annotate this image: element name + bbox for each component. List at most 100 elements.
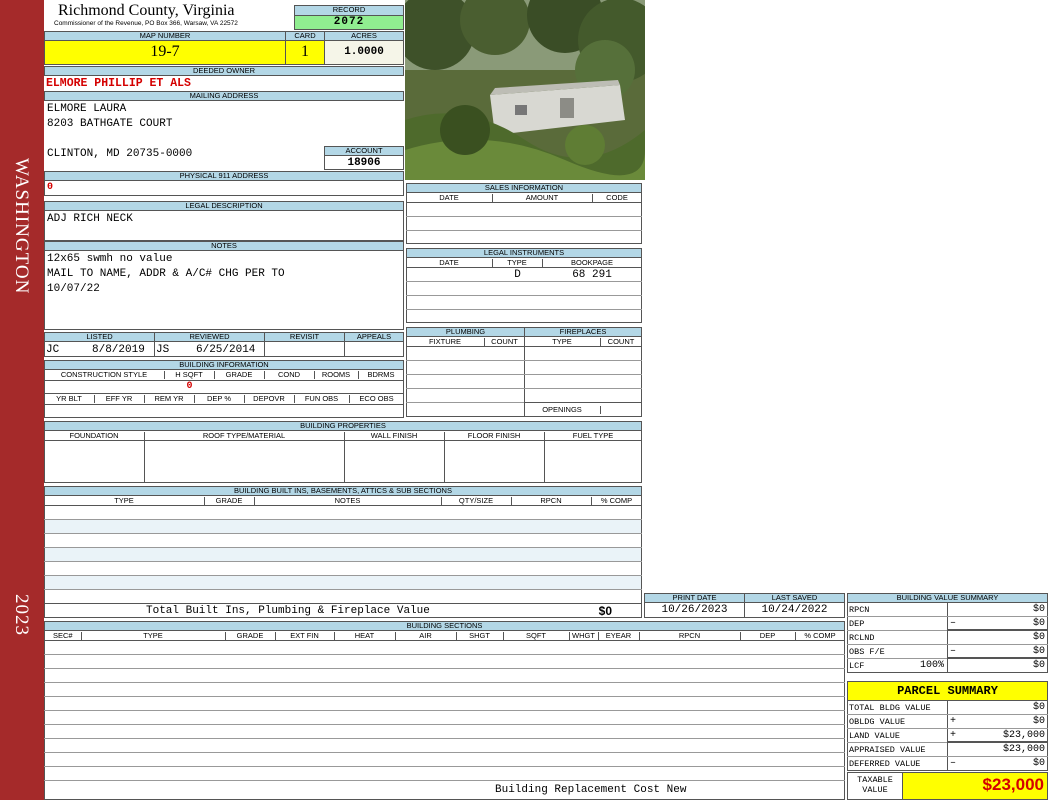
- taxable-label-1: TAXABLE: [857, 775, 893, 785]
- ps-deferred-label: DEFERRED VALUE: [849, 759, 921, 769]
- bs-col-eyear: EYEAR: [598, 632, 640, 640]
- fireplaces-openings: OPENINGS: [524, 406, 601, 414]
- card-number: 1: [301, 43, 309, 60]
- bi-col-qty: QTY/SIZE: [441, 497, 512, 505]
- bi-col-notes: NOTES: [254, 497, 442, 505]
- bp-col-fuel-type: FUEL TYPE: [572, 432, 614, 440]
- li-col-type: TYPE: [492, 259, 543, 267]
- tax-year-label: 2023: [11, 594, 32, 636]
- ps-deferred-value: $0: [1032, 758, 1045, 769]
- li-bookpage: 68 291: [572, 269, 612, 281]
- bp-col-foundation: FOUNDATION: [44, 432, 145, 440]
- parcel-summary-label: PARCEL SUMMARY: [897, 684, 998, 698]
- listed-by: JC: [46, 344, 60, 356]
- fireplaces-col-count: COUNT: [607, 338, 635, 346]
- li-type: D: [514, 269, 521, 281]
- mailing-line-3: CLINTON, MD 20735-0000: [47, 148, 193, 160]
- commissioner-address: Commissioner of the Revenue, PO Box 366,…: [54, 20, 238, 27]
- h-sqft-value: 0: [186, 381, 193, 392]
- last-saved: 10/24/2022: [761, 604, 828, 616]
- bvs-rpcn-value: $0: [1032, 604, 1045, 615]
- fireplaces-table: [524, 336, 642, 417]
- bi-col-rpcn: RPCN: [511, 497, 592, 505]
- notes-line-3: 10/07/22: [47, 283, 100, 295]
- bvs-dep-value: $0: [1032, 618, 1045, 629]
- bvs-lcf-pct: 100%: [919, 660, 944, 671]
- county-title: Richmond County, Virginia: [58, 2, 235, 19]
- total-builtins-value: $0: [598, 604, 612, 618]
- bvs-dep-label: DEP: [849, 619, 865, 629]
- property-photo: [405, 0, 645, 180]
- bvs-obs-value: $0: [1032, 646, 1045, 657]
- total-builtins-label: Total Built Ins, Plumbing & Fireplace Va…: [146, 605, 430, 617]
- physical-address-box: [44, 180, 404, 196]
- legal-description: ADJ RICH NECK: [47, 213, 133, 225]
- col-eff-yr: EFF YR: [94, 395, 145, 403]
- side-bar: [0, 0, 44, 800]
- print-date: 10/26/2023: [661, 604, 728, 616]
- bp-col-roof: ROOF TYPE/MATERIAL: [144, 432, 345, 440]
- col-bdrms: BDRMS: [367, 371, 395, 379]
- ps-obldg-label: OBLDG VALUE: [849, 717, 906, 727]
- bs-col-heat: HEAT: [334, 632, 396, 640]
- reviewed-by: JS: [156, 344, 170, 356]
- sales-col-code: CODE: [606, 194, 628, 202]
- bi-col-pct-comp: % COMP: [600, 497, 633, 505]
- col-h-sqft: H SQFT: [164, 371, 215, 379]
- bvs-rclnd-value: $0: [1032, 632, 1045, 643]
- bp-col-floor-finish: FLOOR FINISH: [444, 432, 545, 440]
- bp-col-wall-finish: WALL FINISH: [344, 432, 445, 440]
- bi-col-grade: GRADE: [204, 497, 255, 505]
- sales-col-amount: AMOUNT: [492, 194, 593, 202]
- taxable-value: $23,000: [982, 775, 1044, 794]
- fireplaces-col-type: TYPE: [524, 338, 601, 346]
- mailing-address-label: MAILING ADDRESS: [44, 91, 404, 101]
- col-rooms: ROOMS: [314, 371, 359, 379]
- ps-land-label: LAND VALUE: [849, 731, 901, 741]
- ps-land-value: $23,000: [1002, 730, 1045, 741]
- bvs-obs-label: OBS F/E: [849, 647, 885, 657]
- account-number: 18906: [347, 157, 381, 169]
- ps-total-bldg-value: $0: [1032, 702, 1045, 713]
- replacement-cost-label: Building Replacement Cost New: [495, 784, 687, 796]
- bs-col-shgt: SHGT: [456, 632, 504, 640]
- record-number: 2072: [333, 16, 365, 28]
- ps-appraised-value: $23,000: [1002, 744, 1045, 755]
- col-cond: COND: [264, 371, 315, 379]
- col-fun-obs: FUN OBS: [294, 395, 350, 403]
- building-sections-table: [44, 630, 845, 800]
- bs-col-pct-comp: % COMP: [804, 632, 836, 640]
- map-number: 19-7: [150, 43, 180, 60]
- bvs-lcf-value: $0: [1032, 660, 1045, 671]
- bs-col-sec: SEC#: [44, 632, 82, 640]
- district-label: WASHINGTON: [11, 158, 32, 295]
- li-col-bookpage: BOOKPAGE: [571, 259, 613, 267]
- bvs-lcf-label: LCF: [849, 661, 865, 671]
- bs-col-dep: DEP: [740, 632, 796, 640]
- col-rem-yr: REM YR: [144, 395, 195, 403]
- bi-col-type: TYPE: [44, 497, 205, 505]
- col-grade: GRADE: [214, 371, 265, 379]
- reviewed-date: 6/25/2014: [196, 344, 256, 356]
- bs-col-sqft: SQFT: [503, 632, 570, 640]
- mailing-line-2: 8203 BATHGATE COURT: [47, 118, 173, 130]
- plumbing-table: [406, 336, 525, 417]
- li-col-date: DATE: [406, 259, 493, 267]
- bs-col-air: AIR: [395, 632, 457, 640]
- plumbing-col-fixture: FIXTURE: [406, 338, 485, 346]
- sales-col-date: DATE: [406, 194, 493, 202]
- bs-col-ext-fin: EXT FIN: [275, 632, 335, 640]
- taxable-label-2: VALUE: [862, 785, 888, 795]
- acres-value: 1.0000: [344, 46, 384, 58]
- bs-col-whgt: WHGT: [569, 632, 599, 640]
- deeded-owner-label: DEEDED OWNER: [44, 66, 404, 76]
- listed-date: 8/8/2019: [92, 344, 145, 356]
- bs-col-grade: GRADE: [225, 632, 276, 640]
- col-eco-obs: ECO OBS: [359, 395, 394, 403]
- bvs-rclnd-label: RCLND: [849, 633, 875, 643]
- physical-address: 0: [47, 182, 54, 193]
- bs-col-rpcn: RPCN: [639, 632, 741, 640]
- notes-line-2: MAIL TO NAME, ADDR & A/C# CHG PER TO: [47, 268, 285, 280]
- mailing-line-1: ELMORE LAURA: [47, 103, 127, 115]
- plumbing-col-count: COUNT: [491, 338, 518, 346]
